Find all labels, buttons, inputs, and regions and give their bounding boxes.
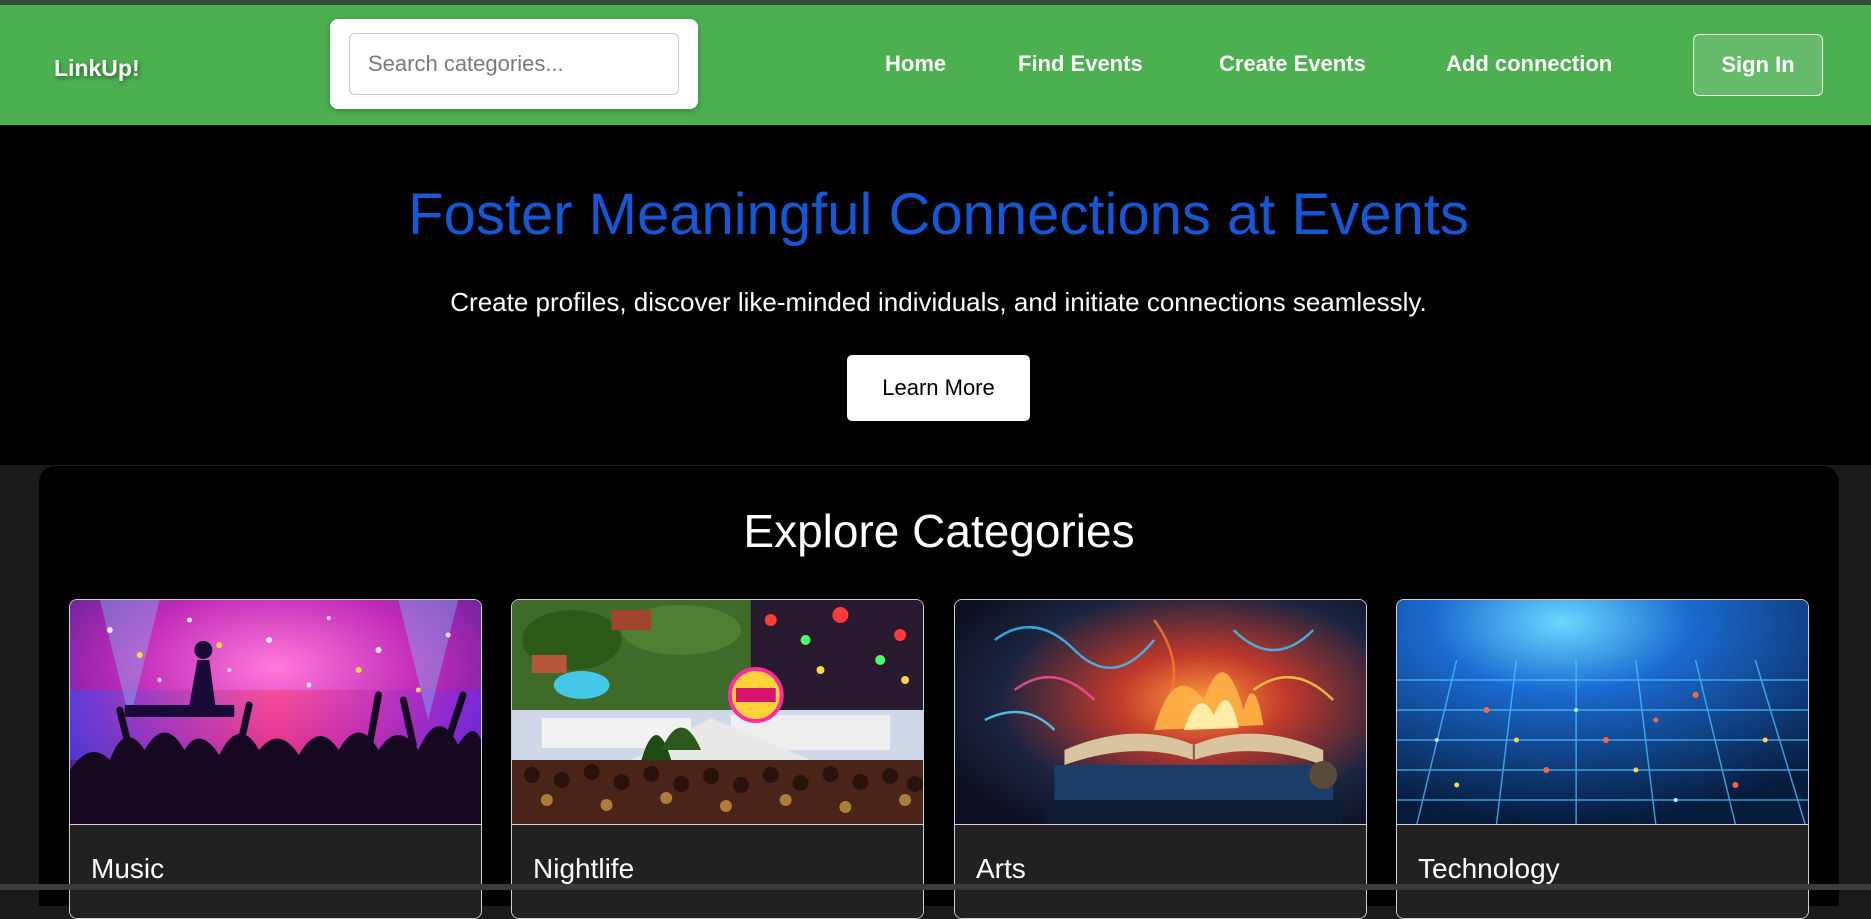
search-container	[330, 19, 698, 109]
nightlife-party-image	[512, 600, 923, 824]
card-body: Arts	[955, 824, 1366, 918]
arts-book-image	[955, 600, 1366, 824]
sign-in-button[interactable]: Sign In	[1693, 34, 1823, 96]
window-bottom-bar	[0, 884, 1871, 890]
logo[interactable]: LinkUp!	[54, 55, 140, 82]
category-title: Technology	[1418, 853, 1560, 884]
hero-title: Foster Meaningful Connections at Events	[408, 182, 1469, 247]
categories-section: Explore Categories Music Nightlife Arts …	[39, 466, 1839, 919]
nav-link-home[interactable]: Home	[885, 51, 946, 77]
nav-link-create-events[interactable]: Create Events	[1219, 51, 1366, 77]
category-title: Nightlife	[533, 853, 635, 884]
categories-heading: Explore Categories	[743, 505, 1135, 557]
category-title: Music	[91, 853, 165, 884]
nav-link-add-connection[interactable]: Add connection	[1446, 51, 1612, 77]
card-body: Nightlife	[512, 824, 923, 918]
nav-link-find-events[interactable]: Find Events	[1018, 51, 1143, 77]
category-card-arts[interactable]: Arts	[954, 599, 1367, 919]
category-card-technology[interactable]: Technology	[1396, 599, 1809, 919]
navbar: LinkUp! Home Find Events Create Events A…	[0, 5, 1871, 125]
category-title: Arts	[976, 853, 1026, 884]
hero-subtitle: Create profiles, discover like-minded in…	[450, 287, 1427, 317]
category-card-nightlife[interactable]: Nightlife	[511, 599, 924, 919]
card-body: Music	[70, 824, 481, 918]
learn-more-button[interactable]: Learn More	[847, 355, 1030, 421]
search-input[interactable]	[349, 33, 679, 95]
card-body: Technology	[1397, 824, 1808, 918]
circuit-technology-image	[1397, 600, 1808, 824]
hero-section: Foster Meaningful Connections at Events …	[0, 125, 1871, 465]
concert-crowd-image	[70, 600, 481, 824]
category-card-music[interactable]: Music	[69, 599, 482, 919]
